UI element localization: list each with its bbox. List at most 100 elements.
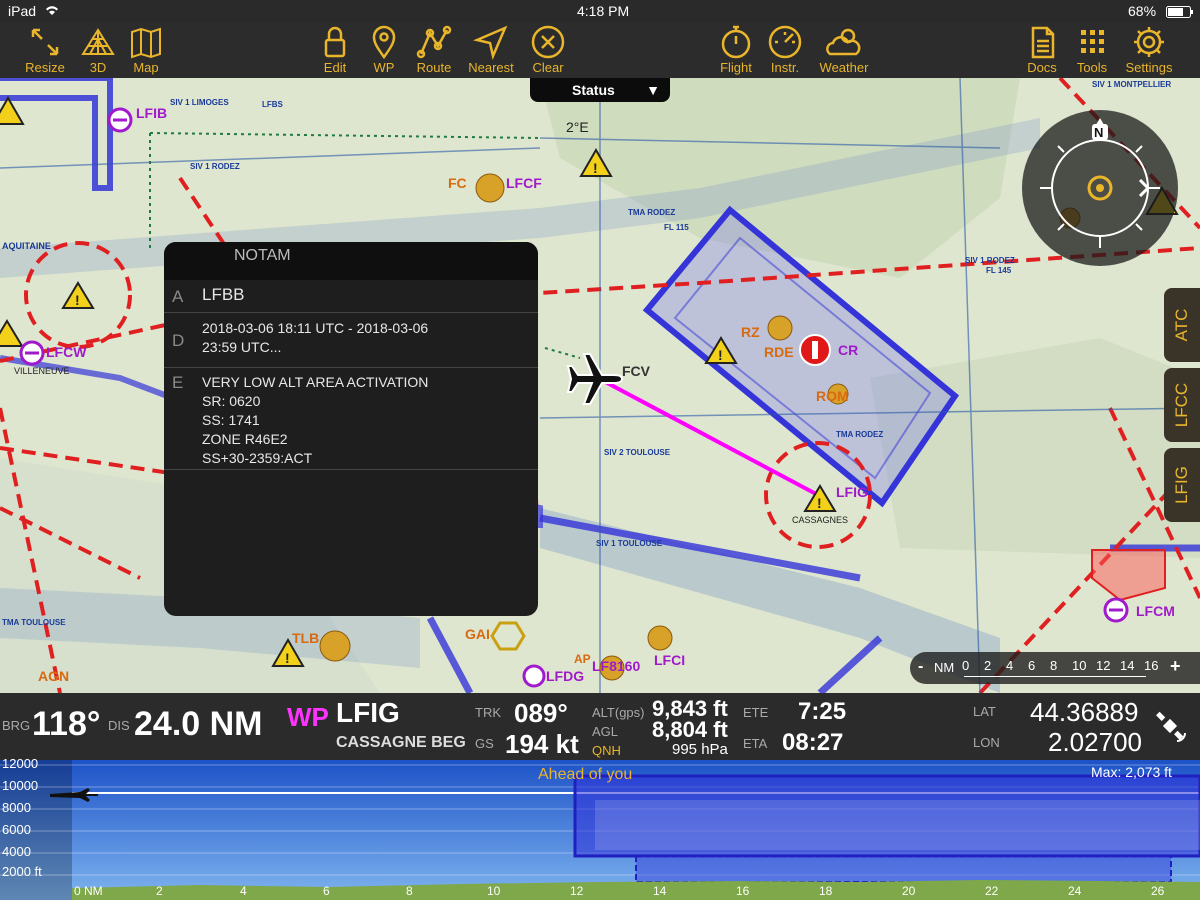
cr-label: CR [838, 342, 859, 358]
stopwatch-icon [721, 25, 751, 59]
lfig-tab[interactable]: LFIG [1164, 448, 1200, 522]
dis-value: 24.0 NM [134, 705, 263, 743]
dist-tick: 2 [156, 884, 163, 898]
settings-button[interactable]: Settings [1119, 22, 1179, 78]
notam-row-a: A LFBB [164, 280, 538, 313]
svg-text:N: N [1094, 125, 1103, 140]
status-dropdown[interactable]: Status ▼ [530, 78, 670, 102]
agl-value: 8,804 ft [652, 717, 728, 742]
wp-code: LFIG [336, 697, 400, 728]
main-toolbar: Resize 3D Map Edit WP Route Nearest Clea… [0, 22, 1200, 78]
rde-label: RDE [764, 344, 794, 360]
notam-value-d: 2018-03-06 18:11 UTC - 2018-03-06 23:59 … [202, 320, 429, 355]
tools-button[interactable]: Tools [1062, 22, 1122, 78]
siv-rodez-east-label: SIV 1 RODEZ [965, 256, 1015, 265]
route-button[interactable]: Route [404, 22, 464, 78]
compass-rose-icon[interactable]: N [1020, 108, 1180, 268]
qnh-label: QNH [592, 743, 621, 758]
lfcc-tab[interactable]: LFCC [1164, 368, 1200, 442]
cassagnes-label: CASSAGNES [792, 515, 849, 525]
notam-title: NOTAM [234, 247, 291, 264]
zoom-in-button[interactable]: + [1170, 656, 1181, 677]
atc-tab-label: ATC [1172, 308, 1191, 342]
airport-lfcm-label: LFCM [1136, 603, 1175, 619]
scale-tick: 2 [984, 658, 992, 673]
map-scale-bar: - NM 0 2 4 6 8 10 12 14 16 + [910, 652, 1200, 684]
notam-key-d: D [172, 331, 185, 350]
airport-lfig-label: LFIG [836, 484, 868, 500]
fc-label: FC [448, 175, 467, 191]
dist-tick: 8 [406, 884, 413, 898]
atc-tab[interactable]: ATC [1164, 288, 1200, 362]
ownship-airplane-icon [566, 353, 624, 405]
gps-satellite-icon [1155, 711, 1187, 748]
scale-ticks: 0 2 4 6 8 10 12 14 16 [962, 658, 1158, 678]
scale-tick: 8 [1050, 658, 1058, 673]
siv1-toulouse-label: SIV 1 TOULOUSE [596, 539, 663, 548]
ios-status-bar: iPad 4:18 PM 68% [0, 0, 1200, 22]
dist-tick: 10 [487, 884, 501, 898]
gear-icon [1134, 27, 1164, 57]
lfbs-label: LFBS [262, 100, 283, 109]
wp-name: CASSAGNE BEG [336, 734, 466, 751]
dis-label: DIS [108, 718, 130, 733]
lon-value: 2.02700 [1048, 727, 1142, 757]
airport-lfcf-label: LFCF [506, 175, 542, 191]
weather-label: Weather [819, 60, 869, 75]
clear-button[interactable]: Clear [518, 22, 578, 78]
map-label: Map [133, 60, 159, 75]
documents-icon [1031, 26, 1055, 59]
dropdown-triangle-icon: ▼ [646, 82, 660, 98]
flight-info-bar[interactable]: BRG 118° DIS 24.0 NM WP LFIG CASSAGNE BE… [0, 693, 1200, 760]
dist-tick: 16 [736, 884, 750, 898]
lock-icon [324, 26, 346, 58]
brg-value: 118° [32, 705, 101, 743]
route-icon [416, 25, 452, 59]
eta-label: ETA [743, 736, 768, 751]
wifi-icon [44, 3, 60, 20]
resize-button[interactable]: Resize [15, 22, 75, 78]
siv-limoges-label: SIV 1 LIMOGES [170, 98, 229, 107]
clear-label: Clear [532, 60, 564, 75]
weather-button[interactable]: Weather [814, 22, 874, 78]
dist-tick: 20 [902, 884, 916, 898]
lf8160-label: LF8160 [592, 658, 641, 674]
scale-tick: 4 [1006, 658, 1014, 673]
notam-popup[interactable]: NOTAM A LFBB D 2018-03-06 18:11 UTC - 20… [164, 242, 538, 616]
notam-row-e: E VERY LOW ALT AREA ACTIVATION SR: 0620 … [164, 368, 538, 470]
scale-unit: NM [934, 660, 955, 675]
ete-value: 7:25 [798, 698, 847, 725]
battery-icon [1166, 5, 1194, 21]
alt-tick: 6000 [2, 822, 31, 837]
route-label: Route [416, 60, 452, 75]
fl115-label: FL 115 [664, 223, 689, 232]
nearest-button[interactable]: Nearest [461, 22, 521, 78]
tma-rodez-east-label: TMA RODEZ [836, 430, 884, 439]
rom-label: ROM [816, 388, 849, 404]
agl-label: AGL [592, 724, 619, 739]
tools-grid-icon [1081, 30, 1104, 53]
nearest-arrow-icon [473, 25, 508, 60]
villeneuve-label: VILLENEUVE [14, 366, 70, 376]
scale-tick: 12 [1096, 658, 1111, 673]
zoom-out-button[interactable]: - [918, 658, 923, 676]
scale-tick: 10 [1072, 658, 1087, 673]
alt-tick: 12000 [2, 756, 39, 771]
notam-row-d: D 2018-03-06 18:11 UTC - 2018-03-06 23:5… [164, 313, 538, 368]
eta-value: 08:27 [782, 729, 844, 756]
cloud-sun-icon [826, 28, 861, 56]
vertical-profile[interactable]: Ahead of you Max: 2,073 ft 12000 10000 8… [0, 756, 1200, 900]
agn-label: AGN [38, 668, 70, 684]
tma-toulouse-label: TMA TOULOUSE [2, 618, 66, 627]
notam-key-e: E [172, 373, 184, 392]
aquitaine-label: AQUITAINE [2, 241, 51, 251]
rz-label: RZ [741, 324, 760, 340]
ap-label: AP [574, 652, 591, 666]
resize-label: Resize [25, 60, 65, 75]
map-button[interactable]: Map [116, 22, 176, 78]
instr-label: Instr. [770, 60, 800, 75]
scale-tick: 14 [1120, 658, 1135, 673]
lon-label: LON [973, 735, 1000, 750]
instr-button[interactable]: Instr. [755, 22, 815, 78]
wp-label: WP [287, 702, 329, 732]
